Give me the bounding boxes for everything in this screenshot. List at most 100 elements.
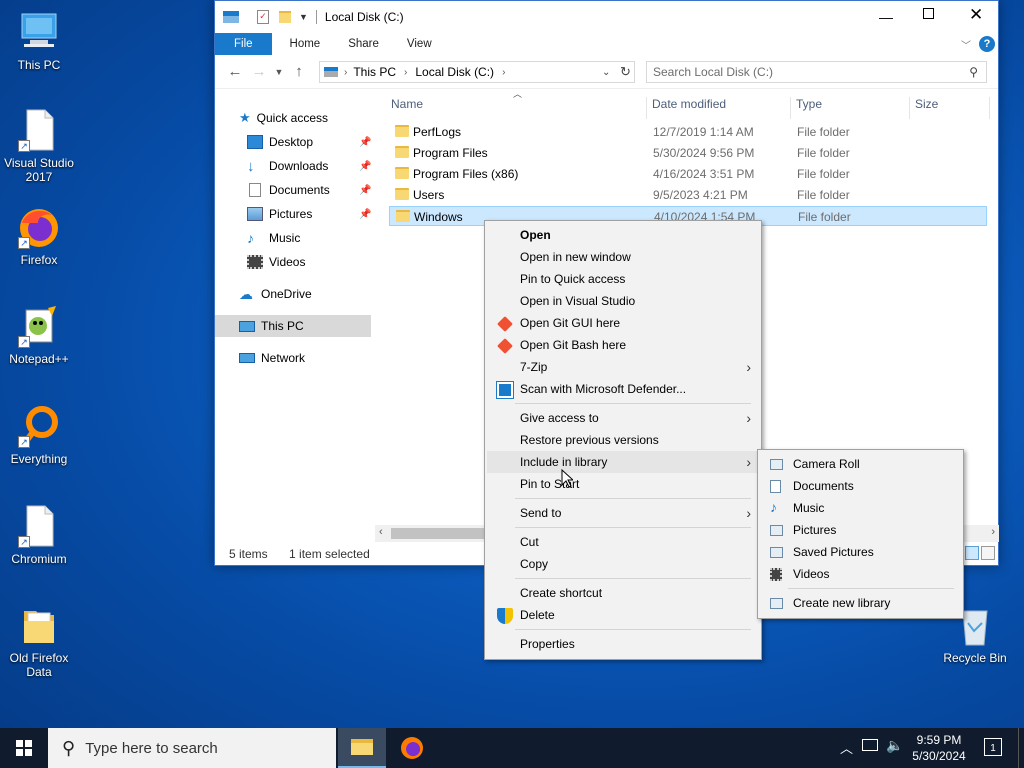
column-name[interactable]: Name	[391, 97, 423, 111]
show-hidden-icons-chevron-icon[interactable]: ︿	[840, 738, 853, 757]
submenu-item-pictures[interactable]: Pictures	[760, 519, 961, 541]
menu-item-cut[interactable]: Cut	[487, 531, 759, 553]
address-bar[interactable]: › This PC › Local Disk (C:) › ⌄ ↻	[319, 61, 635, 83]
maximize-button[interactable]	[923, 8, 934, 19]
up-arrow-icon[interactable]: ↑	[287, 63, 311, 80]
file-row[interactable]: Users 9/5/2023 4:21 PM File folder	[389, 185, 987, 205]
submenu-item-documents[interactable]: Documents	[760, 475, 961, 497]
desktop-icon-this-pc[interactable]: This PC	[0, 10, 78, 72]
expand-ribbon-chevron-icon[interactable]: ﹀	[961, 37, 971, 52]
menu-item-create-shortcut[interactable]: Create shortcut	[487, 582, 759, 604]
volume-muted-icon[interactable]: 🔈	[886, 737, 903, 754]
back-arrow-icon[interactable]: ←	[223, 63, 247, 80]
file-row[interactable]: PerfLogs 12/7/2019 1:14 AM File folder	[389, 122, 987, 142]
column-type[interactable]: Type	[796, 97, 822, 111]
pin-icon: 📌	[359, 136, 372, 148]
desktop-icon-visual-studio[interactable]: ↗ Visual Studio 2017	[0, 108, 78, 184]
nav-quick-access[interactable]: ★ Quick access	[239, 107, 328, 129]
breadcrumb-local-disk[interactable]: Local Disk (C:)	[415, 65, 494, 79]
details-view-icon[interactable]	[965, 546, 979, 560]
search-input[interactable]: Search Local Disk (C:)	[653, 65, 773, 79]
nav-item-documents[interactable]: Documents 📌	[247, 179, 371, 201]
tab-home[interactable]: Home	[276, 33, 335, 55]
qat-new-folder-icon[interactable]	[279, 11, 291, 23]
menu-item-pin-start[interactable]: Pin to Start	[487, 473, 759, 495]
nav-item-downloads[interactable]: ↓ Downloads 📌	[247, 155, 371, 177]
nav-item-pictures[interactable]: Pictures 📌	[247, 203, 371, 225]
menu-item-label: Saved Pictures	[793, 545, 874, 559]
forward-arrow-icon[interactable]: →	[247, 63, 271, 80]
column-divider[interactable]	[790, 97, 791, 119]
close-button[interactable]: ✕	[969, 5, 983, 25]
menu-item-give-access[interactable]: Give access to ›	[487, 407, 759, 429]
menu-item-defender-scan[interactable]: Scan with Microsoft Defender...	[487, 378, 759, 400]
help-icon[interactable]: ?	[979, 36, 995, 52]
network-status-icon[interactable]	[862, 739, 878, 751]
menu-item-include-library[interactable]: Include in library ›	[487, 451, 759, 473]
menu-item-restore-versions[interactable]: Restore previous versions	[487, 429, 759, 451]
start-windows-icon[interactable]	[16, 740, 32, 756]
desktop-icon-old-firefox-data[interactable]: Old Firefox Data	[0, 603, 78, 679]
menu-item-open-visual-studio[interactable]: Open in Visual Studio	[487, 290, 759, 312]
everything-search-icon: ↗	[18, 404, 60, 448]
column-divider[interactable]	[646, 97, 647, 119]
desktop-icon-chromium[interactable]: ↗ Chromium	[0, 504, 78, 566]
submenu-item-camera-roll[interactable]: Camera Roll	[760, 453, 961, 475]
address-toolbar: ← → ▼ ↑ › This PC › Local Disk (C:) › ⌄ …	[215, 55, 998, 89]
column-divider[interactable]	[989, 97, 990, 119]
column-size[interactable]: Size	[915, 97, 938, 111]
nav-network[interactable]: Network	[239, 347, 305, 369]
menu-item-git-gui[interactable]: Open Git GUI here	[487, 312, 759, 334]
column-date-modified[interactable]: Date modified	[652, 97, 726, 111]
nav-item-videos[interactable]: Videos	[247, 251, 305, 273]
address-dropdown-icon[interactable]: ⌄	[602, 67, 610, 78]
submenu-item-videos[interactable]: Videos	[760, 563, 961, 585]
scroll-right-icon[interactable]: ›	[991, 526, 995, 538]
clock[interactable]: 9:59 PM 5/30/2024	[908, 732, 970, 764]
qat-customize-icon[interactable]: ▼	[299, 12, 308, 22]
file-row[interactable]: Program Files (x86) 4/16/2024 3:51 PM Fi…	[389, 164, 987, 184]
nav-item-music[interactable]: ♪ Music	[247, 227, 300, 249]
submenu-item-music[interactable]: ♪ Music	[760, 497, 961, 519]
desktop-icon-firefox[interactable]: ↗ Firefox	[0, 205, 78, 267]
tab-view[interactable]: View	[393, 33, 446, 55]
minimize-button[interactable]: —	[879, 9, 893, 25]
tab-share[interactable]: Share	[334, 33, 393, 55]
refresh-icon[interactable]: ↻	[620, 64, 631, 80]
nav-this-pc[interactable]: This PC	[215, 315, 371, 337]
videos-film-icon	[770, 568, 782, 581]
scroll-left-icon[interactable]: ‹	[379, 526, 383, 538]
desktop-icon-everything[interactable]: ↗ Everything	[0, 404, 78, 466]
large-icons-view-icon[interactable]	[981, 546, 995, 560]
file-type: File folder	[797, 167, 850, 181]
show-desktop-button[interactable]	[1018, 728, 1019, 768]
menu-item-open[interactable]: Open	[487, 224, 759, 246]
menu-separator	[515, 629, 751, 630]
taskbar-firefox[interactable]	[388, 728, 436, 768]
breadcrumb-this-pc[interactable]: This PC	[353, 65, 396, 79]
menu-item-label: Scan with Microsoft Defender...	[520, 382, 687, 396]
file-row[interactable]: Program Files 5/30/2024 9:56 PM File fol…	[389, 143, 987, 163]
desktop-icon-notepad-plus-plus[interactable]: ↗ Notepad++	[0, 304, 78, 366]
nav-item-desktop[interactable]: Desktop 📌	[247, 131, 371, 153]
menu-item-pin-quick-access[interactable]: Pin to Quick access	[487, 268, 759, 290]
taskbar-search-input[interactable]: Type here to search	[85, 740, 218, 757]
taskbar-search-box[interactable]: ⚲ Type here to search	[48, 728, 336, 768]
notification-center-icon[interactable]: 1	[984, 738, 1002, 756]
submenu-item-create-new-library[interactable]: Create new library	[760, 592, 961, 614]
column-divider[interactable]	[909, 97, 910, 119]
search-box[interactable]: Search Local Disk (C:) ⚲	[646, 61, 987, 83]
menu-item-delete[interactable]: Delete	[487, 604, 759, 626]
nav-onedrive[interactable]: ☁ OneDrive	[239, 283, 312, 305]
menu-item-copy[interactable]: Copy	[487, 553, 759, 575]
menu-item-send-to[interactable]: Send to ›	[487, 502, 759, 524]
qat-properties-icon[interactable]: ✓	[257, 10, 269, 24]
submenu-item-saved-pictures[interactable]: Saved Pictures	[760, 541, 961, 563]
taskbar-file-explorer[interactable]	[338, 728, 386, 768]
menu-item-7zip[interactable]: 7-Zip ›	[487, 356, 759, 378]
menu-item-properties[interactable]: Properties	[487, 633, 759, 655]
recent-locations-chevron-icon[interactable]: ▼	[271, 67, 287, 77]
tab-file[interactable]: File	[215, 33, 272, 55]
menu-item-open-new-window[interactable]: Open in new window	[487, 246, 759, 268]
menu-item-git-bash[interactable]: Open Git Bash here	[487, 334, 759, 356]
